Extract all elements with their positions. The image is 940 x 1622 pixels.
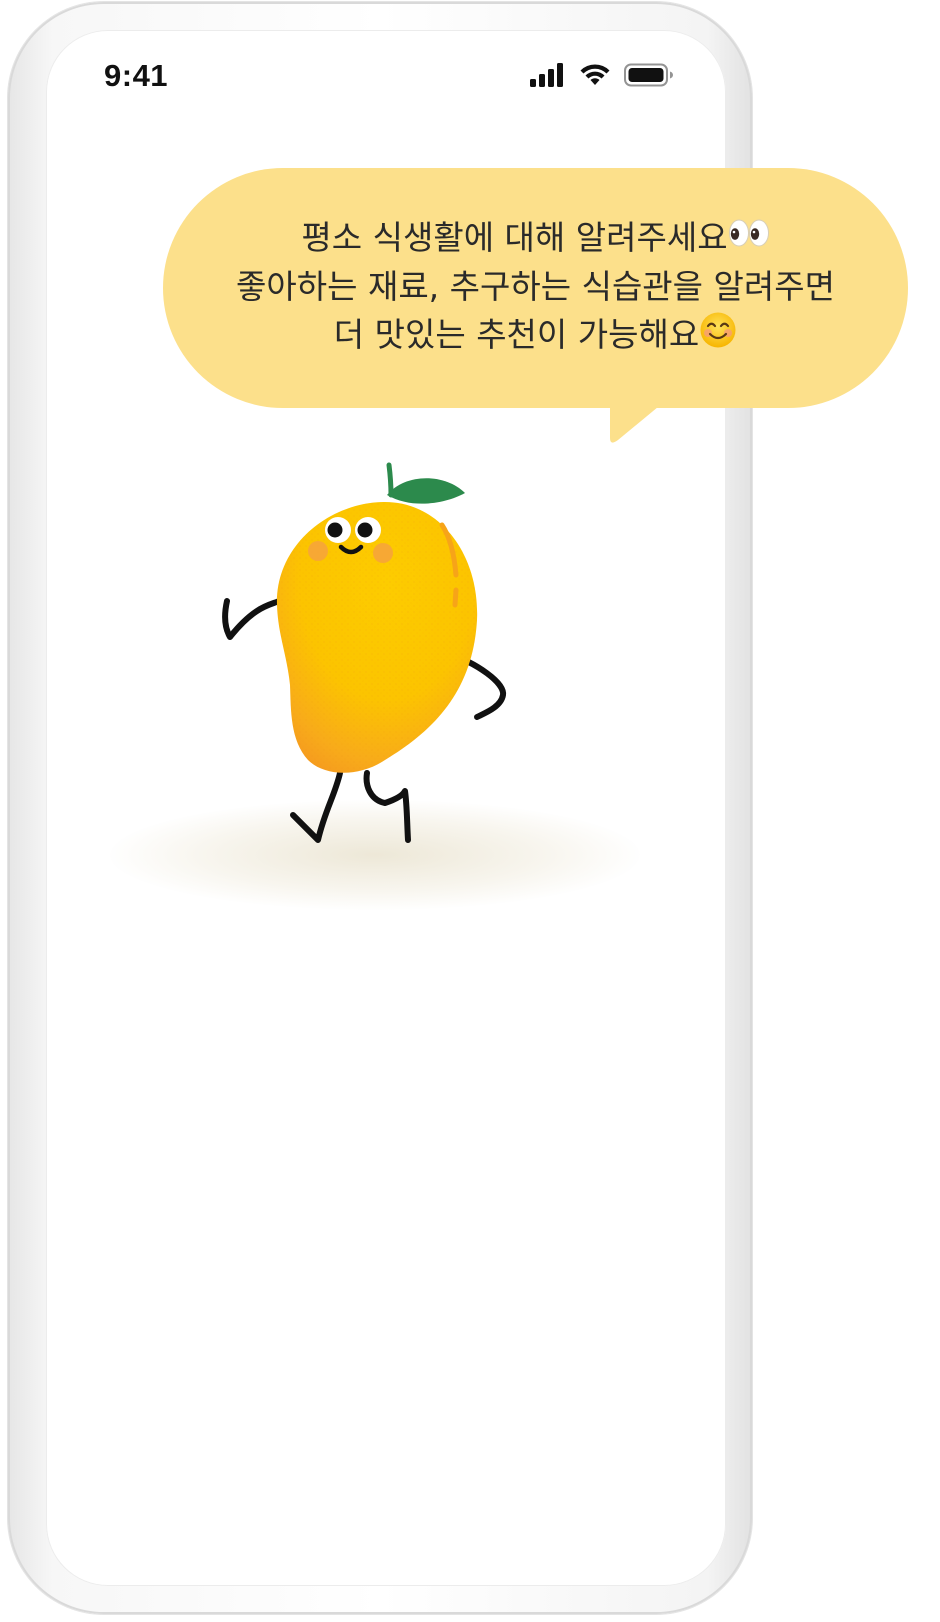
eyes-emoji-icon: [728, 215, 770, 263]
mango-right-cheek: [373, 543, 393, 563]
mango-stem: [386, 462, 394, 498]
smiling-face-emoji-icon: [699, 311, 737, 362]
mango-mascot: [222, 462, 506, 843]
bubble-line-2: 좋아하는 재료, 추구하는 식습관을 알려주면: [236, 267, 835, 307]
mango-left-cheek: [308, 541, 328, 561]
mango-right-leg: [363, 770, 411, 843]
status-time: 9:41: [104, 58, 169, 93]
speech-bubble-text: 평소 식생활에 대해 알려주세요 좋아하는 재료, 추구하는 식습관을 알려주면…: [236, 214, 835, 363]
mango-left-leg: [290, 770, 343, 843]
speech-bubble: 평소 식생활에 대해 알려주세요 좋아하는 재료, 추구하는 식습관을 알려주면…: [163, 168, 908, 408]
mango-leaf: [387, 478, 465, 504]
wifi-icon: [578, 63, 612, 91]
bubble-line-1-text: 평소 식생활에 대해 알려주세요: [301, 217, 728, 257]
bubble-line-3: 더 맛있는 추천이 가능해요: [236, 311, 835, 362]
status-icons: [530, 63, 674, 91]
bubble-line-3-text: 더 맛있는 추천이 가능해요: [333, 315, 700, 355]
bubble-line-1: 평소 식생활에 대해 알려주세요: [236, 214, 835, 264]
mango-left-arm: [222, 597, 284, 640]
cellular-signal-icon: [530, 63, 566, 91]
battery-icon: [624, 63, 674, 91]
mockup-stage: 9:41 평소 식생활에 대해 알려주세요 좋아하는 재료, 추구하는 식습관을…: [0, 0, 940, 1622]
